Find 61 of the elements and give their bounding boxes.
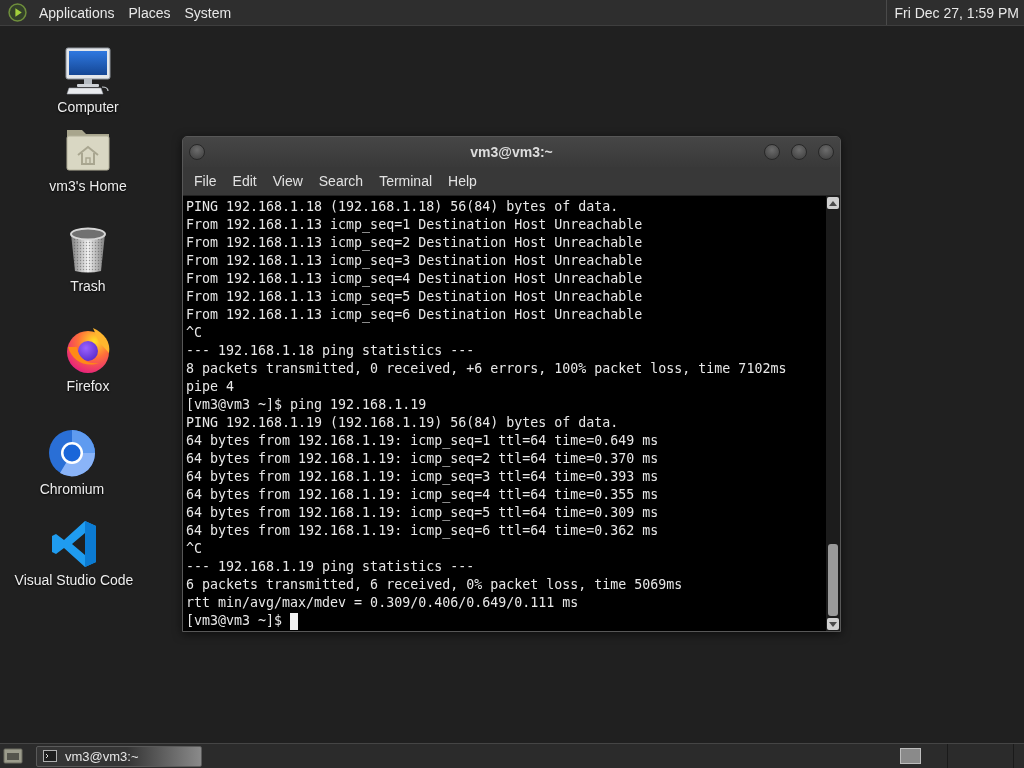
menu-item[interactable]: File [186,170,225,192]
prompt-text: [vm3@vm3 ~]$ [186,612,283,630]
down-arrow-icon [829,621,837,627]
block-cursor-icon [290,612,299,630]
menu-item[interactable]: Edit [224,170,265,192]
menu-item[interactable]: View [264,170,311,192]
terminal-line: ^C [186,324,202,342]
panel-menu[interactable]: Applications [32,2,122,23]
desktop-shortcut[interactable]: Computer [57,47,119,116]
terminal-line: pipe 4 [186,378,235,396]
terminal-line: rtt min/avg/max/mdev = 0.309/0.406/0.649/0.111 ms [186,594,579,612]
menu-item[interactable]: Search [310,170,372,192]
close-button[interactable] [818,144,834,160]
menu-item[interactable]: Help [440,170,485,192]
terminal-line: 64 bytes from 192.168.1.19: icmp_seq=4 ttl=64 time=0.355 ms [186,486,659,504]
terminal-line: 8 packets transmitted, 0 received, +6 errors, 100% packet loss, time 7102ms [186,360,787,378]
terminal-line: PING 192.168.1.19 (192.168.1.19) 56(84) bytes of data. [186,414,619,432]
play-logo-icon[interactable] [8,3,27,22]
scrollbar-track[interactable] [826,196,840,631]
window-title: vm3@vm3:~ [470,144,553,160]
menu-item[interactable]: Terminal [371,170,441,192]
terminal-line: 6 packets transmitted, 6 received, 0% packet loss, time 5069ms [186,576,683,594]
desktop-shortcut[interactable]: Trash [64,226,112,295]
flame-globe-icon[interactable] [64,326,112,374]
scrollbar-thumb[interactable] [828,544,838,616]
desktop-shortcut[interactable]: Visual Studio Code [14,520,134,589]
terminal-line: --- 192.168.1.18 ping statistics --- [186,342,475,360]
terminal-line: From 192.168.1.13 icmp_seq=4 Destination Host Unreachable [186,270,643,288]
terminal-line: 64 bytes from 192.168.1.19: icmp_seq=5 ttl=64 time=0.309 ms [186,504,659,522]
terminal-icon [43,750,57,762]
title-bar[interactable]: vm3@vm3:~ [183,137,840,167]
clock[interactable]: Fri Dec 27, 1:59 PM [894,4,1019,21]
terminal-line: 64 bytes from 192.168.1.19: icmp_seq=1 ttl=64 time=0.649 ms [186,432,659,450]
terminal-line: From 192.168.1.13 icmp_seq=2 Destination Host Unreachable [186,234,643,252]
taskbar-button[interactable]: vm3@vm3:~ [36,745,202,767]
desktop-shortcut[interactable]: Firefox [64,326,112,395]
maximize-button[interactable] [791,144,807,160]
terminal-line: ^C [186,540,202,558]
up-arrow-icon [829,200,837,206]
scroll-up-button[interactable] [827,197,839,209]
terminal-line: 64 bytes from 192.168.1.19: icmp_seq=3 ttl=64 time=0.393 ms [186,468,659,486]
ring-logo-icon[interactable] [48,429,96,477]
scroll-down-button[interactable] [827,618,839,630]
terminal-line: From 192.168.1.13 icmp_seq=5 Destination Host Unreachable [186,288,643,306]
window-menu-button[interactable] [189,144,205,160]
terminal-line: 64 bytes from 192.168.1.19: icmp_seq=6 ttl=64 time=0.362 ms [186,522,659,540]
show-desktop-icon[interactable] [3,747,23,765]
panel-menu[interactable]: Places [121,2,178,23]
desktop-shortcut[interactable]: vm3's Home [49,126,127,195]
terminal-line: PING 192.168.1.18 (192.168.1.18) 56(84) bytes of data. [186,198,619,216]
terminal-line: [vm3@vm3 ~]$ ping 192.168.1.19 [186,396,427,414]
ribbon-logo-icon[interactable] [50,520,98,568]
terminal-line: From 192.168.1.13 icmp_seq=6 Destination Host Unreachable [186,306,643,324]
terminal-line: --- 192.168.1.19 ping statistics --- [186,558,475,576]
panel-menu[interactable]: System [177,2,239,23]
minimize-button[interactable] [764,144,780,160]
terminal-line: From 192.168.1.13 icmp_seq=1 Destination Host Unreachable [186,216,643,234]
monitor-icon[interactable] [64,47,112,95]
terminal-line: From 192.168.1.13 icmp_seq=3 Destination Host Unreachable [186,252,643,270]
terminal-line: 64 bytes from 192.168.1.19: icmp_seq=2 ttl=64 time=0.370 ms [186,450,659,468]
desktop-shortcut[interactable]: Chromium [39,429,105,498]
